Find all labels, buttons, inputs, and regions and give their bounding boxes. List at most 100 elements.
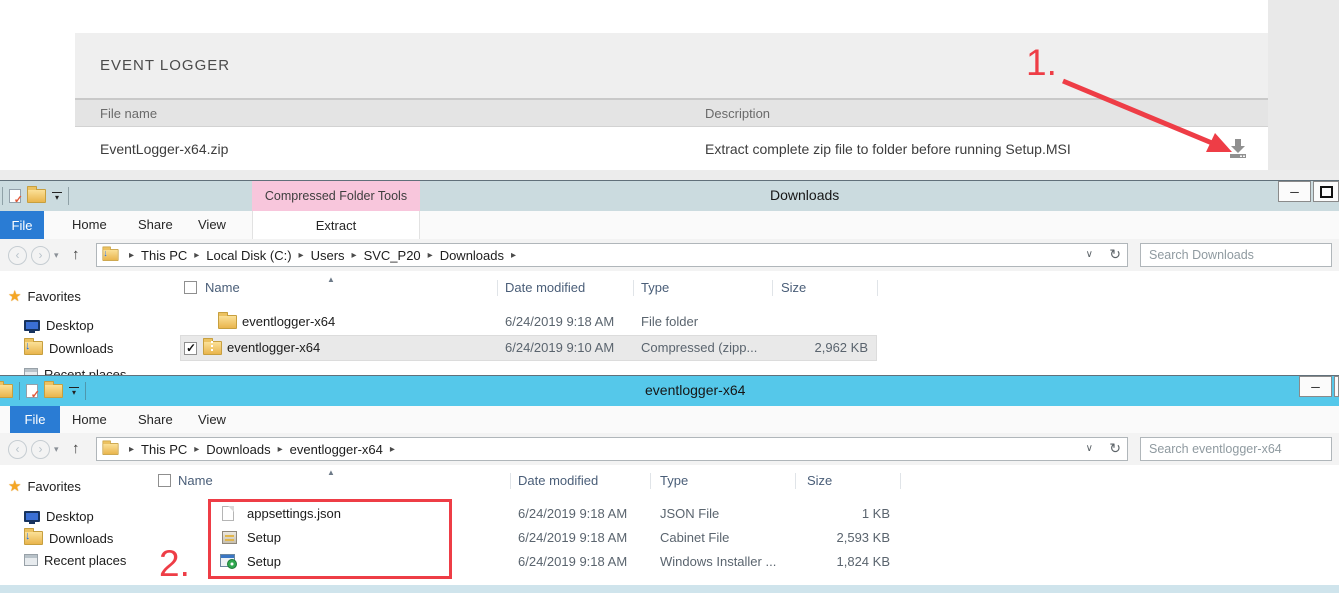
tab-share[interactable]: Share	[138, 217, 173, 232]
file-name[interactable]: eventlogger-x64	[242, 314, 335, 329]
crumb-svc-p20[interactable]: SVC_P20	[362, 248, 423, 263]
win1-list-header: Name ▲ Date modified Type Size	[0, 275, 1000, 301]
properties-icon[interactable]	[9, 189, 21, 203]
select-all-checkbox[interactable]	[158, 474, 171, 487]
chevron-right-icon: ▸	[273, 444, 288, 455]
crumb-local-disk[interactable]: Local Disk (C:)	[204, 248, 293, 263]
file-row-setup-cab[interactable]: Setup 6/24/2019 9:18 AM Cabinet File 2,5…	[0, 525, 1339, 551]
search-input[interactable]	[1140, 243, 1332, 267]
file-row-appsettings[interactable]: appsettings.json 6/24/2019 9:18 AM JSON …	[0, 501, 1339, 527]
header-size[interactable]: Size	[807, 473, 832, 488]
recent-locations-icon[interactable]: ▾	[54, 250, 59, 261]
chevron-right-icon: ▸	[506, 250, 521, 261]
chevron-right-icon: ▸	[347, 250, 362, 261]
tab-file[interactable]: File	[0, 211, 44, 239]
chevron-right-icon: ▸	[423, 250, 438, 261]
minimize-button[interactable]: ─	[1299, 376, 1332, 397]
address-dropdown-icon[interactable]: ∨	[1086, 249, 1093, 260]
crumb-users[interactable]: Users	[309, 248, 347, 263]
properties-icon[interactable]	[26, 384, 38, 398]
win2-titlebar[interactable]: ▾ eventlogger-x64 ─	[0, 375, 1339, 406]
forward-icon[interactable]: ›	[31, 440, 50, 459]
back-icon[interactable]: ‹	[8, 440, 27, 459]
tab-view[interactable]: View	[198, 217, 226, 232]
windows-installer-icon	[220, 554, 235, 567]
qat-customize-icon[interactable]: ▾	[52, 192, 62, 201]
column-file-name: File name	[100, 106, 157, 121]
sidebar-item-recent-places[interactable]: Recent places	[24, 363, 126, 375]
header-date-modified[interactable]: Date modified	[518, 473, 598, 488]
refresh-icon[interactable]: ↻	[1109, 246, 1121, 263]
minimize-button[interactable]: ─	[1278, 181, 1311, 202]
win2-content: ★ Favorites Desktop Downloads Recent pla…	[0, 465, 1339, 593]
description-cell: Extract complete zip file to folder befo…	[705, 141, 1071, 157]
tab-file[interactable]: File	[10, 406, 60, 433]
maximize-button-partial[interactable]	[1334, 376, 1339, 397]
header-name[interactable]: Name	[205, 280, 240, 295]
new-folder-icon[interactable]	[44, 384, 63, 398]
file-name[interactable]: Setup	[247, 554, 281, 569]
file-name[interactable]: eventlogger-x64	[227, 340, 320, 355]
divider	[900, 473, 901, 489]
divider	[497, 280, 498, 296]
address-dropdown-icon[interactable]: ∨	[1086, 443, 1093, 454]
select-all-checkbox[interactable]	[184, 281, 197, 294]
breadcrumb[interactable]: ▸ This PC ▸ Local Disk (C:) ▸ Users ▸ SV…	[96, 243, 1128, 267]
up-icon[interactable]: ↑	[72, 440, 80, 457]
zip-folder-icon	[203, 341, 222, 355]
win1-titlebar[interactable]: ▾ Compressed Folder Tools Downloads ─	[0, 180, 1339, 211]
file-date: 6/24/2019 9:18 AM	[518, 554, 627, 569]
crumb-downloads[interactable]: Downloads	[438, 248, 506, 263]
forward-icon[interactable]: ›	[31, 246, 50, 265]
file-name[interactable]: appsettings.json	[247, 506, 341, 521]
file-date: 6/24/2019 9:18 AM	[518, 530, 627, 545]
download-icon[interactable]	[1227, 137, 1249, 159]
header-date-modified[interactable]: Date modified	[505, 280, 585, 295]
win1-content: ★ Favorites Desktop Downloads Recent pla…	[0, 271, 1339, 375]
search-input[interactable]	[1140, 437, 1332, 461]
column-description: Description	[705, 106, 770, 121]
quick-access-toolbar: ▾	[2, 376, 86, 406]
header-type[interactable]: Type	[641, 280, 669, 295]
breadcrumb[interactable]: ▸ This PC ▸ Downloads ▸ eventlogger-x64 …	[96, 437, 1128, 461]
tab-view[interactable]: View	[198, 412, 226, 427]
file-name[interactable]: Setup	[247, 530, 281, 545]
tab-extract[interactable]: Extract	[252, 211, 420, 239]
header-size[interactable]: Size	[781, 280, 806, 295]
divider	[877, 280, 878, 296]
crumb-this-pc[interactable]: This PC	[139, 442, 189, 457]
file-type: JSON File	[660, 506, 719, 521]
divider	[510, 473, 511, 489]
folder-icon	[218, 315, 237, 329]
crumb-downloads[interactable]: Downloads	[204, 442, 272, 457]
recent-locations-icon[interactable]: ▾	[54, 444, 59, 455]
crumb-eventlogger-x64[interactable]: eventlogger-x64	[288, 442, 385, 457]
tab-home[interactable]: Home	[72, 217, 107, 232]
explorer-window-eventlogger: ▾ eventlogger-x64 ─ File Home Share View…	[0, 375, 1339, 593]
header-name[interactable]: Name	[178, 473, 213, 488]
up-icon[interactable]: ↑	[72, 246, 80, 263]
header-type[interactable]: Type	[660, 473, 688, 488]
crumb-this-pc[interactable]: This PC	[139, 248, 189, 263]
refresh-icon[interactable]: ↻	[1109, 440, 1121, 457]
divider	[2, 187, 3, 205]
divider	[633, 280, 634, 296]
tab-share[interactable]: Share	[138, 412, 173, 427]
file-type: File folder	[641, 314, 698, 329]
tab-home[interactable]: Home	[72, 412, 107, 427]
bottom-edge	[0, 585, 1339, 593]
file-date: 6/24/2019 9:10 AM	[505, 340, 614, 355]
file-row-zip-selected[interactable]: eventlogger-x64 6/24/2019 9:10 AM Compre…	[0, 335, 1339, 361]
new-folder-icon[interactable]	[27, 189, 46, 203]
qat-customize-icon[interactable]: ▾	[69, 387, 79, 396]
chevron-right-icon: ▸	[189, 250, 204, 261]
maximize-button[interactable]	[1313, 181, 1339, 202]
file-row-folder[interactable]: eventlogger-x64 6/24/2019 9:18 AM File f…	[0, 309, 1339, 335]
address-folder-icon	[102, 249, 118, 261]
row-checkbox-checked[interactable]	[184, 342, 197, 355]
address-folder-icon	[102, 443, 118, 455]
back-icon[interactable]: ‹	[8, 246, 27, 265]
file-row-setup-msi[interactable]: Setup 6/24/2019 9:18 AM Windows Installe…	[0, 549, 1339, 575]
divider	[650, 473, 651, 489]
contextual-tab-compressed-folder-tools[interactable]: Compressed Folder Tools	[252, 181, 420, 211]
